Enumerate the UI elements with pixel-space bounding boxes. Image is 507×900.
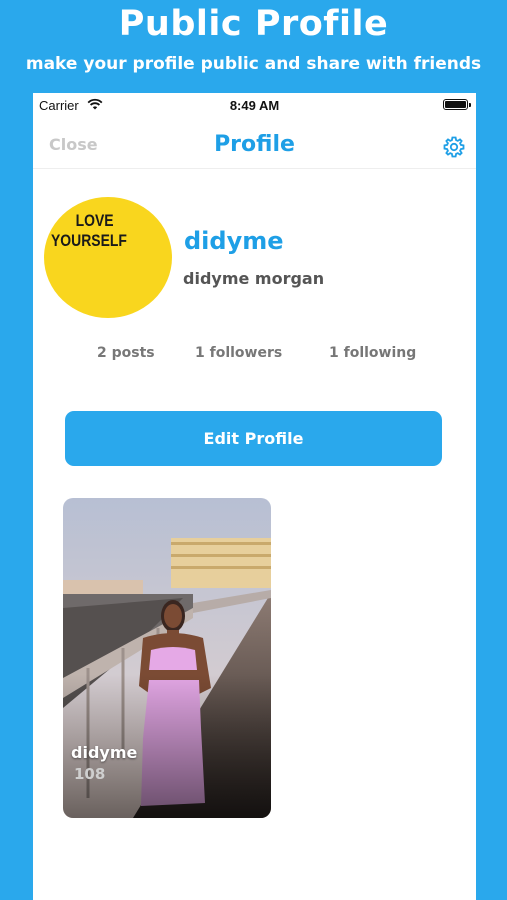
profile-username: didyme (184, 227, 284, 255)
status-time: 8:49 AM (229, 98, 280, 113)
following-count[interactable]: 1 following (329, 345, 416, 361)
post-username: didyme (71, 743, 138, 762)
posts-count[interactable]: 2 posts (97, 345, 155, 361)
gear-icon[interactable] (442, 135, 466, 159)
battery-icon (443, 99, 471, 110)
banner-subtitle: make your profile public and share with … (25, 54, 482, 74)
nav-bar: Close Profile (33, 127, 476, 169)
profile-full-name: didyme morgan (183, 269, 325, 288)
edit-profile-button[interactable]: Edit Profile (65, 411, 442, 466)
banner-title: Public Profile (118, 4, 389, 44)
post-view-count: 108 (74, 765, 106, 783)
avatar[interactable]: LOVE YOURSELF (44, 197, 172, 318)
avatar-text: LOVE YOURSELF (51, 211, 127, 251)
page-title: Profile (214, 132, 295, 157)
phone-screen: Carrier 8:49 AM Close Profile LOVE YOURS… (33, 93, 476, 900)
avatar-text-line1: LOVE (75, 211, 114, 230)
status-bar: Carrier 8:49 AM (33, 93, 476, 117)
avatar-text-line2: YOURSELF (51, 231, 127, 250)
post-card[interactable]: didyme 108 (63, 498, 271, 818)
followers-count[interactable]: 1 followers (195, 345, 282, 361)
